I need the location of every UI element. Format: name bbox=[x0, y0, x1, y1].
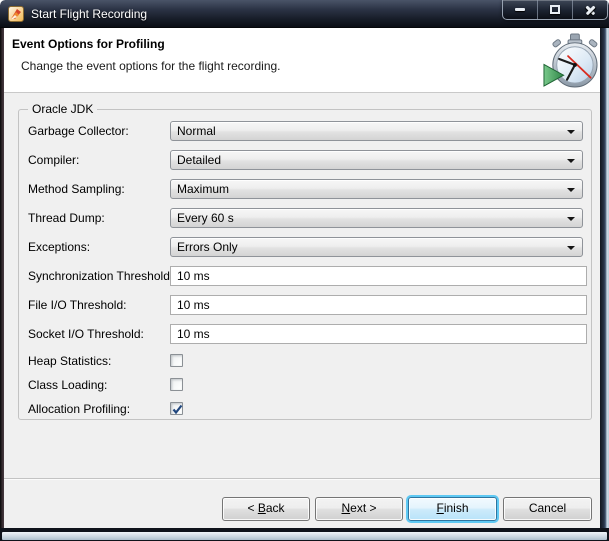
field-label: Compiler: bbox=[28, 150, 79, 170]
form-row: Synchronization Threshold: bbox=[0, 266, 609, 286]
dropdown-value: Maximum bbox=[177, 180, 229, 198]
form-row: Exceptions: Errors Only bbox=[0, 237, 609, 257]
method-sampling-dropdown[interactable]: Maximum bbox=[170, 179, 583, 199]
page-title: Event Options for Profiling bbox=[12, 37, 165, 51]
chevron-down-icon bbox=[567, 246, 575, 250]
flight-recording-app-icon bbox=[8, 6, 24, 22]
compiler-dropdown[interactable]: Detailed bbox=[170, 150, 583, 170]
allocation-profiling-checkbox[interactable] bbox=[170, 402, 183, 415]
field-label: Heap Statistics: bbox=[28, 353, 111, 369]
dropdown-value: Normal bbox=[177, 122, 216, 140]
exceptions-dropdown[interactable]: Errors Only bbox=[170, 237, 583, 257]
form-row: Compiler: Detailed bbox=[0, 150, 609, 170]
field-label: Class Loading: bbox=[28, 377, 107, 393]
form-row: Thread Dump: Every 60 s bbox=[0, 208, 609, 228]
finish-button[interactable]: Finish bbox=[408, 497, 497, 521]
field-label: Exceptions: bbox=[28, 237, 90, 257]
form-row: Allocation Profiling: bbox=[0, 401, 609, 417]
window-frame-glass-strip bbox=[2, 532, 607, 540]
chevron-down-icon bbox=[567, 130, 575, 134]
form-row: Heap Statistics: bbox=[0, 353, 609, 369]
footer-separator bbox=[4, 478, 600, 480]
file-io-threshold-input[interactable] bbox=[170, 295, 587, 315]
header-separator bbox=[4, 92, 600, 93]
synchronization-threshold-input[interactable] bbox=[170, 266, 587, 286]
field-label: Socket I/O Threshold: bbox=[28, 324, 144, 344]
field-label: Method Sampling: bbox=[28, 179, 125, 199]
thread-dump-dropdown[interactable]: Every 60 s bbox=[170, 208, 583, 228]
maximize-button[interactable] bbox=[537, 0, 572, 19]
maximize-icon bbox=[550, 5, 560, 14]
close-button[interactable] bbox=[572, 0, 607, 19]
close-icon bbox=[585, 4, 596, 15]
back-button[interactable]: < Back bbox=[222, 497, 310, 521]
form-row: Method Sampling: Maximum bbox=[0, 179, 609, 199]
stopwatch-play-icon bbox=[542, 32, 599, 89]
field-label: Garbage Collector: bbox=[28, 121, 129, 141]
garbage-collector-dropdown[interactable]: Normal bbox=[170, 121, 583, 141]
next-button[interactable]: Next > bbox=[315, 497, 403, 521]
window-frame-bottom bbox=[0, 528, 609, 541]
check-icon bbox=[171, 403, 184, 416]
dropdown-value: Detailed bbox=[177, 151, 221, 169]
form-row: Garbage Collector: Normal bbox=[0, 121, 609, 141]
chevron-down-icon bbox=[567, 159, 575, 163]
page-description: Change the event options for the flight … bbox=[21, 59, 281, 73]
dropdown-value: Every 60 s bbox=[177, 209, 234, 227]
titlebar[interactable]: Start Flight Recording bbox=[0, 0, 609, 28]
field-label: Synchronization Threshold: bbox=[28, 266, 173, 286]
chevron-down-icon bbox=[567, 188, 575, 192]
form-row: File I/O Threshold: bbox=[0, 295, 609, 315]
form-row: Class Loading: bbox=[0, 377, 609, 393]
window-title: Start Flight Recording bbox=[31, 0, 147, 28]
minimize-icon bbox=[515, 8, 525, 11]
form-row: Socket I/O Threshold: bbox=[0, 324, 609, 344]
window-controls bbox=[502, 0, 608, 20]
group-title: Oracle JDK bbox=[28, 102, 97, 116]
cancel-button[interactable]: Cancel bbox=[503, 497, 592, 521]
field-label: Thread Dump: bbox=[28, 208, 105, 228]
heap-statistics-checkbox[interactable] bbox=[170, 354, 183, 367]
start-flight-recording-dialog: Start Flight Recording Event Options for… bbox=[0, 0, 609, 541]
field-label: File I/O Threshold: bbox=[28, 295, 126, 315]
minimize-button[interactable] bbox=[503, 0, 537, 19]
dropdown-value: Errors Only bbox=[177, 238, 238, 256]
class-loading-checkbox[interactable] bbox=[170, 378, 183, 391]
wizard-header: Event Options for Profiling Change the e… bbox=[4, 28, 600, 92]
chevron-down-icon bbox=[567, 217, 575, 221]
socket-io-threshold-input[interactable] bbox=[170, 324, 587, 344]
field-label: Allocation Profiling: bbox=[28, 401, 130, 417]
